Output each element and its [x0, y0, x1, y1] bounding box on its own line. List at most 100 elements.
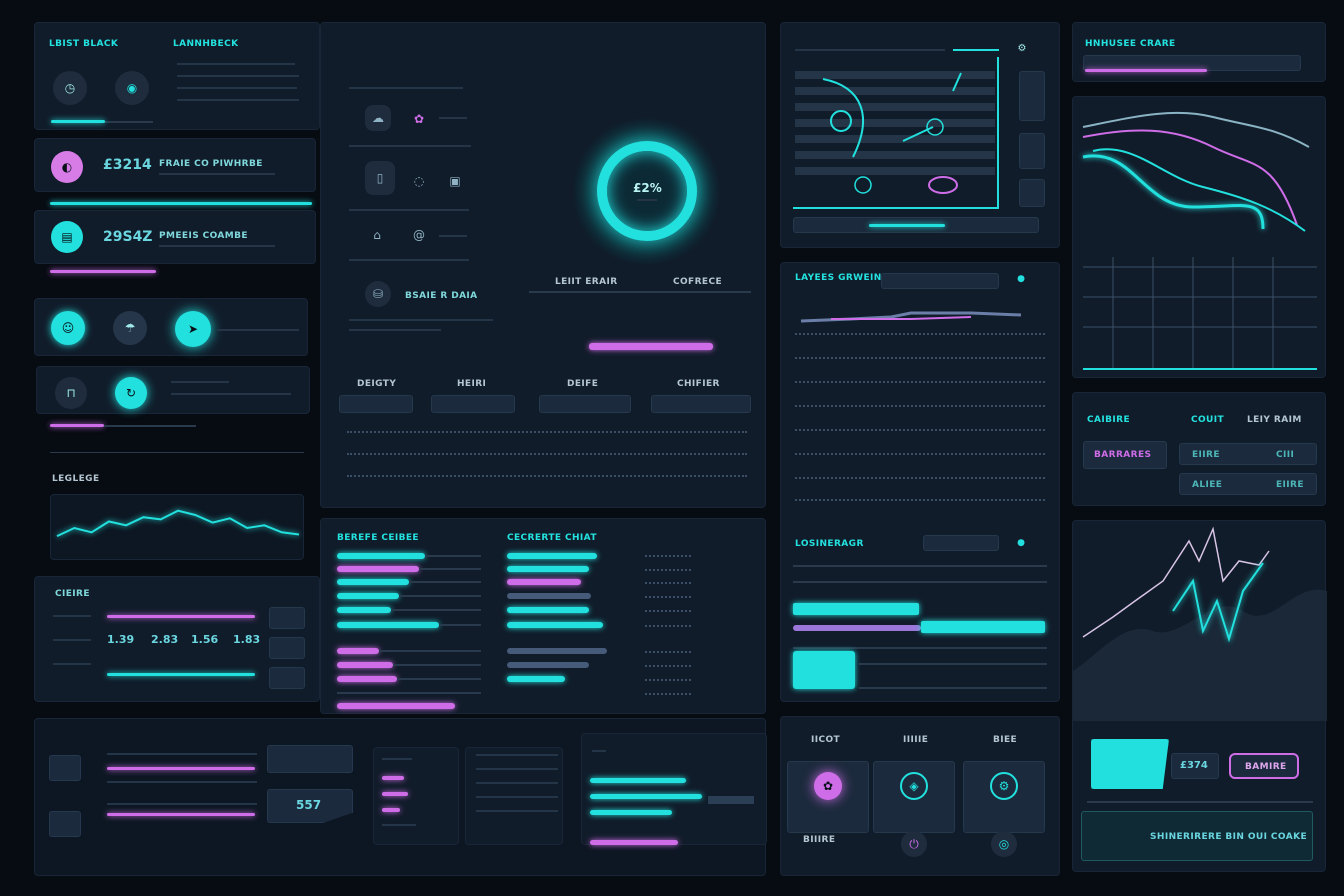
layers-section2-toggle[interactable]: ●	[1007, 535, 1035, 551]
wave-chart-panel	[1072, 96, 1326, 378]
lock-panel: ⊓ ↻	[36, 366, 310, 414]
tab-cofrece[interactable]: COFRECE	[673, 277, 722, 287]
strip-list-item	[476, 782, 558, 784]
count-card-label-a: CAIBIRE	[1087, 415, 1131, 425]
map-title	[795, 49, 945, 51]
bar-value	[645, 679, 691, 681]
table-filter[interactable]	[339, 395, 413, 413]
home-icon[interactable]: ⌂	[365, 223, 389, 247]
bar-track	[419, 568, 481, 570]
chat-icon[interactable]: ▣	[443, 169, 467, 193]
bar-b2	[507, 566, 589, 572]
center-main-panel: ☁ ✿ ▯ ◌ ▣ ⌂ @ ⛁ BSAIE R DAIA £2% LEIIT E…	[320, 22, 766, 508]
mini-value-1: 1.39	[107, 633, 135, 646]
bar-b6	[507, 622, 603, 628]
brain-icon[interactable]: ✿	[407, 107, 431, 131]
icon-tile-brain[interactable]: ✿	[787, 761, 869, 833]
count-card-row[interactable]: EIIRE CIII	[1179, 443, 1317, 465]
map-toggle[interactable]	[1019, 71, 1045, 121]
strip-button[interactable]	[49, 811, 81, 837]
umbrella-icon[interactable]: ☂	[113, 311, 147, 345]
strip-bars-title	[592, 750, 606, 752]
layers-toggle-icon[interactable]: ●	[1007, 271, 1035, 287]
layers-section2: LOSINERAGR	[795, 539, 864, 549]
tab-leiit-erair[interactable]: LEIIT ERAIR	[555, 277, 618, 287]
bottom-value: 557	[296, 798, 322, 812]
map-routes	[822, 72, 962, 194]
mini-button[interactable]	[269, 607, 305, 629]
settings-icon[interactable]: ⚙	[1009, 39, 1035, 57]
layers-gridline	[859, 663, 1047, 665]
lock-icon[interactable]: ⊓	[55, 377, 87, 409]
strip-bar	[107, 767, 255, 770]
table-filter[interactable]	[431, 395, 515, 413]
count-card-row[interactable]: ALIEE EIIRE	[1179, 473, 1317, 495]
table-filter[interactable]	[651, 395, 751, 413]
target-icon[interactable]: ◎	[991, 831, 1017, 857]
strip-field[interactable]	[267, 745, 353, 773]
table-header-2[interactable]: HEIRI	[457, 379, 486, 389]
bar-value	[645, 651, 691, 653]
count-card-button[interactable]: BARRARES	[1083, 441, 1167, 469]
mini-button[interactable]	[269, 637, 305, 659]
stat-card-1[interactable]: ◐ £3214 FRAIE CO PIWHRBE	[34, 138, 316, 192]
layers-gridline	[859, 687, 1047, 689]
center-heading	[349, 87, 463, 89]
trend-cta-button[interactable]: SHINERIRERE BIN OUI COAKE	[1081, 811, 1313, 861]
send-icon[interactable]: ➤	[175, 311, 211, 347]
table-filter[interactable]	[539, 395, 631, 413]
phone-icon[interactable]: ▯	[365, 161, 395, 195]
mini-value-3: 1.56	[191, 633, 219, 646]
header-meta-line	[177, 63, 295, 65]
power-icon[interactable]: ⏻	[901, 831, 927, 857]
layers-highlight-button[interactable]	[793, 651, 855, 689]
mini-button[interactable]	[269, 667, 305, 689]
layers-gridline	[793, 581, 1047, 583]
bar-b5	[507, 607, 589, 613]
user-icon[interactable]: ☺	[51, 311, 85, 345]
trend-primary-button[interactable]	[1091, 739, 1169, 789]
camera-icon[interactable]: ◌	[407, 169, 431, 193]
globe-icon[interactable]: ◉	[115, 71, 149, 105]
strip-value-box[interactable]: 557	[267, 789, 353, 823]
stat1-sub-line	[159, 173, 275, 175]
table-header-3[interactable]: DEIFE	[567, 379, 598, 389]
table-header-1[interactable]: DEIGTY	[357, 379, 396, 389]
lock-progress	[50, 424, 104, 427]
layers-search[interactable]	[881, 273, 999, 289]
cloud-icon[interactable]: ☁	[365, 105, 391, 131]
strip-button[interactable]	[49, 755, 81, 781]
database-icon[interactable]: ⛁	[365, 281, 391, 307]
clock-icon[interactable]: ◷	[53, 71, 87, 105]
stat2-value: 29S4Z	[103, 229, 153, 245]
map-toggle[interactable]	[1019, 179, 1045, 207]
stat-card-2[interactable]: ▤ 29S4Z PMEEIS COAMBE	[34, 210, 316, 264]
at-icon[interactable]: @	[407, 223, 431, 247]
icon-tile-gear[interactable]: ⚙	[963, 761, 1045, 833]
strip-list-bar	[382, 792, 408, 796]
stat2-progress	[50, 270, 156, 273]
count-card-button-label: BARRARES	[1094, 450, 1152, 460]
trend-value-box[interactable]: £374	[1171, 753, 1219, 779]
layers-panel: LAYEES GRWEIN ● LOSINERAGR ●	[780, 262, 1060, 702]
gear-icon: ⚙	[990, 772, 1018, 800]
far-right-progress	[1085, 69, 1207, 72]
bar-track	[439, 624, 481, 626]
strip-list-item	[476, 754, 558, 756]
count-card-label-c: LEIY RAIM	[1247, 415, 1302, 425]
icon-tile-compass[interactable]: ◈	[873, 761, 955, 833]
table-header-4[interactable]: CHIFIER	[677, 379, 720, 389]
bar-value	[645, 665, 691, 667]
bar-a5	[337, 607, 391, 613]
bar-a2	[337, 566, 419, 572]
wave-chart	[1082, 111, 1317, 370]
layers-section2-field[interactable]	[923, 535, 999, 551]
strip-bars-bar	[590, 840, 678, 845]
bar-b3	[507, 579, 581, 585]
stat1-icon: ◐	[51, 151, 83, 183]
trend-secondary-button[interactable]: BAMIRE	[1229, 753, 1299, 779]
count-card-row-label: EIIRE	[1192, 450, 1220, 460]
strip-row	[107, 803, 257, 805]
refresh-icon[interactable]: ↻	[115, 377, 147, 409]
map-toggle[interactable]	[1019, 133, 1045, 169]
